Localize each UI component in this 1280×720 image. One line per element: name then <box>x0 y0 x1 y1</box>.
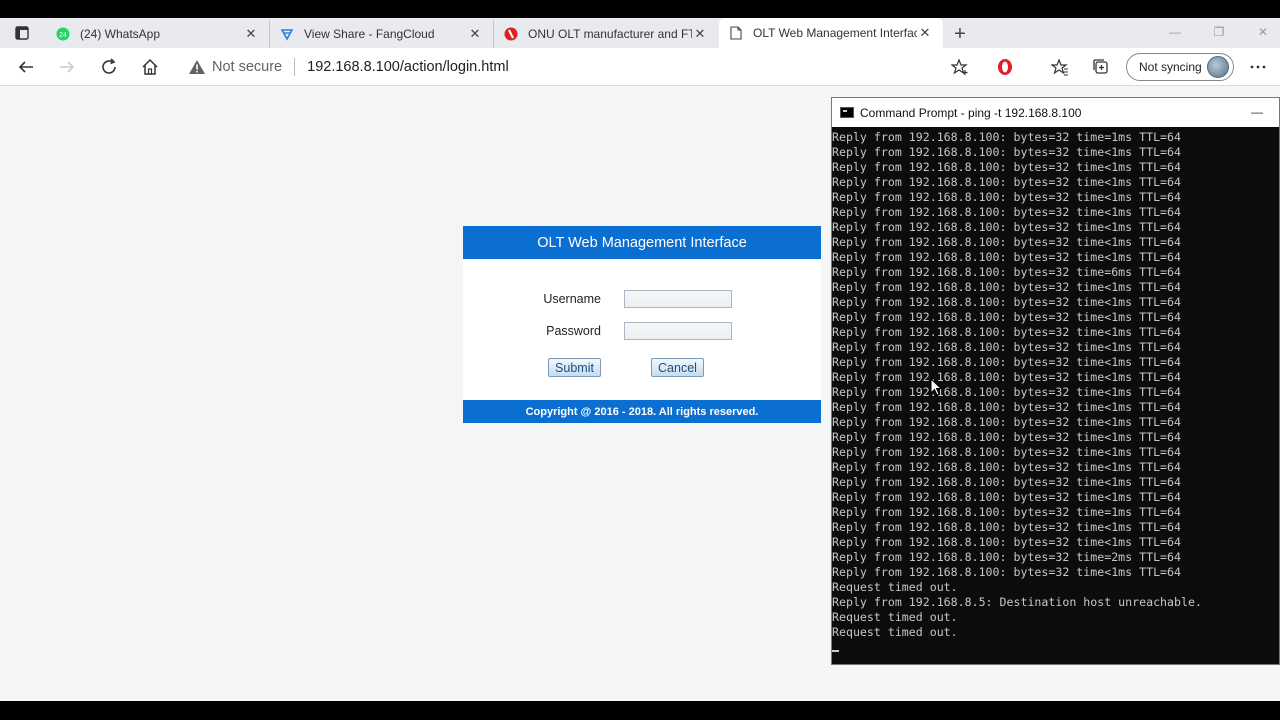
tab-title: (24) WhatsApp <box>80 27 161 41</box>
cmd-icon <box>840 107 854 118</box>
tab-fangcloud[interactable]: View Share - FangCloud ✕ <box>270 20 494 48</box>
username-label: Username <box>543 292 601 306</box>
username-input[interactable] <box>624 290 732 308</box>
new-tab-icon[interactable]: + <box>948 23 972 45</box>
cmd-minimize-icon[interactable]: — <box>1251 105 1263 119</box>
close-window-icon[interactable]: ✕ <box>1248 22 1278 42</box>
console-line: Reply from 192.168.8.100: bytes=32 time<… <box>832 460 1182 474</box>
console-line: Reply from 192.168.8.100: bytes=32 time<… <box>832 175 1182 189</box>
submit-button[interactable]: Submit <box>548 358 601 377</box>
console-line: Reply from 192.168.8.100: bytes=32 time<… <box>832 235 1182 249</box>
console-line: Reply from 192.168.8.100: bytes=32 time=… <box>832 265 1182 279</box>
login-heading: OLT Web Management Interface <box>463 226 821 259</box>
console-line: Reply from 192.168.8.100: bytes=32 time<… <box>832 490 1182 504</box>
console-line: Reply from 192.168.8.100: bytes=32 time<… <box>832 310 1182 324</box>
tab-onu-olt[interactable]: ONU OLT manufacturer and FTTx ✕ <box>494 20 718 48</box>
back-icon[interactable] <box>16 57 36 77</box>
cmd-titlebar[interactable]: Command Prompt - ping -t 192.168.8.100 — <box>832 98 1279 127</box>
fangcloud-icon <box>280 27 294 41</box>
vsol-icon <box>504 27 518 41</box>
cmd-title: Command Prompt - ping -t 192.168.8.100 <box>860 105 1082 120</box>
password-input[interactable] <box>624 322 732 340</box>
restore-icon[interactable]: ❐ <box>1204 22 1234 42</box>
console-line: Reply from 192.168.8.5: Destination host… <box>832 595 1202 609</box>
tab-title: OLT Web Management Interface <box>753 26 917 40</box>
console-line: Reply from 192.168.8.100: bytes=32 time<… <box>832 220 1182 234</box>
login-footer: Copyright @ 2016 - 2018. All rights rese… <box>463 400 821 423</box>
address-bar[interactable]: Not secure 192.168.8.100/action/login.ht… <box>178 52 948 82</box>
console-line: Reply from 192.168.8.100: bytes=32 time<… <box>832 520 1182 534</box>
console-line: Reply from 192.168.8.100: bytes=32 time<… <box>832 340 1182 354</box>
console-line: Reply from 192.168.8.100: bytes=32 time<… <box>832 250 1182 264</box>
console-line: Reply from 192.168.8.100: bytes=32 time<… <box>832 370 1182 384</box>
warning-icon[interactable] <box>188 58 206 76</box>
console-line: Reply from 192.168.8.100: bytes=32 time<… <box>832 565 1182 579</box>
tab-bar: 24 (24) WhatsApp ✕ View Share - FangClou… <box>0 18 1280 48</box>
console-line: Reply from 192.168.8.100: bytes=32 time<… <box>832 445 1182 459</box>
more-menu-icon[interactable] <box>1248 57 1268 77</box>
close-tab-icon[interactable]: ✕ <box>243 26 259 42</box>
tab-title: View Share - FangCloud <box>304 27 435 41</box>
console-line: Request timed out. <box>832 580 958 594</box>
console-line: Reply from 192.168.8.100: bytes=32 time=… <box>832 550 1182 564</box>
url-text[interactable]: 192.168.8.100/action/login.html <box>307 59 509 75</box>
cmd-cursor <box>832 650 839 652</box>
tab-actions-icon[interactable] <box>8 24 36 42</box>
sync-button[interactable]: Not syncing <box>1126 53 1234 81</box>
console-line: Reply from 192.168.8.100: bytes=32 time<… <box>832 430 1182 444</box>
username-row: Username <box>463 290 821 310</box>
console-line: Reply from 192.168.8.100: bytes=32 time<… <box>832 475 1182 489</box>
console-line: Reply from 192.168.8.100: bytes=32 time<… <box>832 385 1182 399</box>
whatsapp-icon: 24 <box>56 27 70 41</box>
console-line: Reply from 192.168.8.100: bytes=32 time<… <box>832 535 1182 549</box>
avatar <box>1207 56 1229 78</box>
close-tab-icon[interactable]: ✕ <box>692 26 708 42</box>
console-line: Reply from 192.168.8.100: bytes=32 time<… <box>832 190 1182 204</box>
refresh-icon[interactable] <box>99 57 119 77</box>
console-line: Reply from 192.168.8.100: bytes=32 time<… <box>832 145 1182 159</box>
page-icon <box>729 26 743 40</box>
home-icon[interactable] <box>140 57 160 77</box>
close-tab-icon[interactable]: ✕ <box>467 26 483 42</box>
tab-olt-web[interactable]: OLT Web Management Interface ✕ <box>719 18 943 48</box>
login-panel: OLT Web Management Interface Username Pa… <box>463 226 821 423</box>
sync-label: Not syncing <box>1139 60 1202 74</box>
cmd-console[interactable]: Reply from 192.168.8.100: bytes=32 time=… <box>832 127 1279 640</box>
screen: 24 (24) WhatsApp ✕ View Share - FangClou… <box>0 0 1280 720</box>
opera-extension-icon[interactable] <box>995 57 1015 77</box>
forward-icon[interactable] <box>57 57 77 77</box>
console-line: Reply from 192.168.8.100: bytes=32 time<… <box>832 160 1182 174</box>
svg-text:24: 24 <box>59 32 67 39</box>
console-line: Reply from 192.168.8.100: bytes=32 time<… <box>832 295 1182 309</box>
address-divider <box>294 58 296 76</box>
collections-icon[interactable] <box>1091 57 1111 77</box>
console-line: Request timed out. <box>832 610 958 624</box>
close-tab-icon[interactable]: ✕ <box>917 25 933 41</box>
add-favorite-icon[interactable] <box>950 57 970 77</box>
password-row: Password <box>463 322 821 342</box>
console-line: Reply from 192.168.8.100: bytes=32 time=… <box>832 505 1182 519</box>
tab-title: ONU OLT manufacturer and FTTx <box>528 27 692 41</box>
console-line: Reply from 192.168.8.100: bytes=32 time<… <box>832 280 1182 294</box>
console-line: Request timed out. <box>832 625 958 639</box>
favorites-icon[interactable] <box>1050 57 1070 77</box>
command-prompt-window[interactable]: Command Prompt - ping -t 192.168.8.100 —… <box>831 97 1280 665</box>
browser-toolbar: Not secure 192.168.8.100/action/login.ht… <box>0 48 1280 86</box>
console-line: Reply from 192.168.8.100: bytes=32 time<… <box>832 205 1182 219</box>
console-line: Reply from 192.168.8.100: bytes=32 time=… <box>832 130 1182 144</box>
security-label[interactable]: Not secure <box>212 59 282 75</box>
console-line: Reply from 192.168.8.100: bytes=32 time<… <box>832 325 1182 339</box>
cancel-button[interactable]: Cancel <box>651 358 704 377</box>
minimize-icon[interactable]: — <box>1160 22 1190 42</box>
console-line: Reply from 192.168.8.100: bytes=32 time<… <box>832 415 1182 429</box>
password-label: Password <box>546 324 601 338</box>
tab-whatsapp[interactable]: 24 (24) WhatsApp ✕ <box>46 20 270 48</box>
console-line: Reply from 192.168.8.100: bytes=32 time<… <box>832 355 1182 369</box>
console-line: Reply from 192.168.8.100: bytes=32 time<… <box>832 400 1182 414</box>
